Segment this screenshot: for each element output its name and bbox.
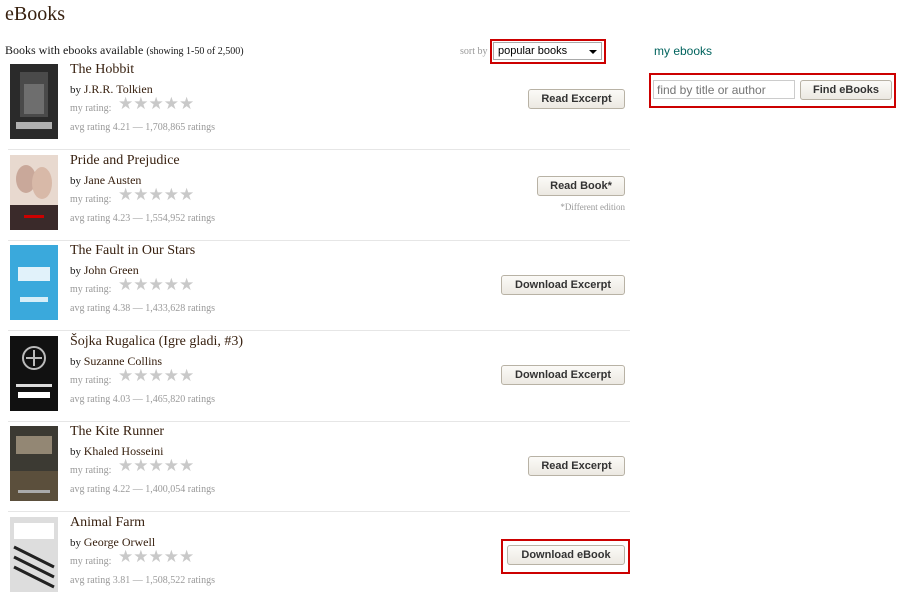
my-rating-label: my rating: bbox=[70, 194, 112, 205]
rating-stars[interactable]: ★★★★★ bbox=[118, 94, 194, 114]
book-cover[interactable] bbox=[10, 245, 58, 320]
book-row: The Hobbit by J.R.R. Tolkien my rating: … bbox=[8, 62, 630, 150]
book-cover[interactable] bbox=[10, 517, 58, 592]
find-ebooks-button[interactable]: Find eBooks bbox=[800, 80, 892, 100]
download-excerpt-button[interactable]: Download Excerpt bbox=[501, 365, 625, 385]
book-title-link[interactable]: The Hobbit bbox=[70, 62, 134, 78]
avg-rating: avg rating 3.81 — 1,508,522 ratings bbox=[70, 575, 215, 586]
read-excerpt-button[interactable]: Read Excerpt bbox=[528, 89, 625, 109]
my-rating-label: my rating: bbox=[70, 556, 112, 567]
by-label: by bbox=[70, 265, 81, 277]
sort-select[interactable]: popular books bbox=[493, 42, 602, 60]
chevron-down-icon bbox=[589, 50, 597, 54]
by-label: by bbox=[70, 84, 81, 96]
edition-note: *Different edition bbox=[560, 202, 625, 212]
book-cover[interactable] bbox=[10, 336, 58, 411]
avg-rating: avg rating 4.21 — 1,708,865 ratings bbox=[70, 122, 215, 133]
my-rating-label: my rating: bbox=[70, 465, 112, 476]
book-cover[interactable] bbox=[10, 426, 58, 501]
rating-stars[interactable]: ★★★★★ bbox=[118, 366, 194, 386]
page-subtitle: Books with ebooks available (showing 1-5… bbox=[5, 43, 244, 58]
by-label: by bbox=[70, 446, 81, 458]
read-excerpt-button[interactable]: Read Excerpt bbox=[528, 456, 625, 476]
by-label: by bbox=[70, 356, 81, 368]
my-ebooks-link[interactable]: my ebooks bbox=[654, 44, 712, 58]
avg-rating: avg rating 4.22 — 1,400,054 ratings bbox=[70, 484, 215, 495]
rating-stars[interactable]: ★★★★★ bbox=[118, 547, 194, 567]
results-count: (showing 1-50 of 2,500) bbox=[146, 46, 244, 57]
my-rating-label: my rating: bbox=[70, 284, 112, 295]
by-label: by bbox=[70, 537, 81, 549]
read-book-button[interactable]: Read Book* bbox=[537, 176, 625, 196]
book-row: The Fault in Our Stars by John Green my … bbox=[8, 243, 630, 331]
download-excerpt-button[interactable]: Download Excerpt bbox=[501, 275, 625, 295]
my-rating-label: my rating: bbox=[70, 103, 112, 114]
avg-rating: avg rating 4.38 — 1,433,628 ratings bbox=[70, 303, 215, 314]
avg-rating: avg rating 4.23 — 1,554,952 ratings bbox=[70, 213, 215, 224]
book-row: Pride and Prejudice by Jane Austen my ra… bbox=[8, 153, 630, 241]
rating-stars[interactable]: ★★★★★ bbox=[118, 456, 194, 476]
book-title-link[interactable]: Animal Farm bbox=[70, 515, 145, 531]
by-label: by bbox=[70, 175, 81, 187]
book-row: Animal Farm by George Orwell my rating: … bbox=[8, 515, 630, 595]
book-title-link[interactable]: The Kite Runner bbox=[70, 424, 164, 440]
download-ebook-button[interactable]: Download eBook bbox=[507, 545, 625, 565]
book-row: The Kite Runner by Khaled Hosseini my ra… bbox=[8, 424, 630, 512]
page-title: eBooks bbox=[5, 3, 65, 25]
subtitle-text: Books with ebooks available bbox=[5, 43, 144, 57]
book-title-link[interactable]: The Fault in Our Stars bbox=[70, 243, 195, 259]
avg-rating: avg rating 4.03 — 1,465,820 ratings bbox=[70, 394, 215, 405]
rating-stars[interactable]: ★★★★★ bbox=[118, 275, 194, 295]
book-cover[interactable] bbox=[10, 64, 58, 139]
book-title-link[interactable]: Šojka Rugalica (Igre gladi, #3) bbox=[70, 334, 243, 350]
sort-select-value: popular books bbox=[498, 45, 568, 57]
book-cover[interactable] bbox=[10, 155, 58, 230]
my-rating-label: my rating: bbox=[70, 375, 112, 386]
book-row: Šojka Rugalica (Igre gladi, #3) by Suzan… bbox=[8, 334, 630, 422]
sort-label: sort by bbox=[460, 46, 488, 57]
book-title-link[interactable]: Pride and Prejudice bbox=[70, 153, 180, 169]
rating-stars[interactable]: ★★★★★ bbox=[118, 185, 194, 205]
search-input[interactable] bbox=[653, 80, 795, 99]
